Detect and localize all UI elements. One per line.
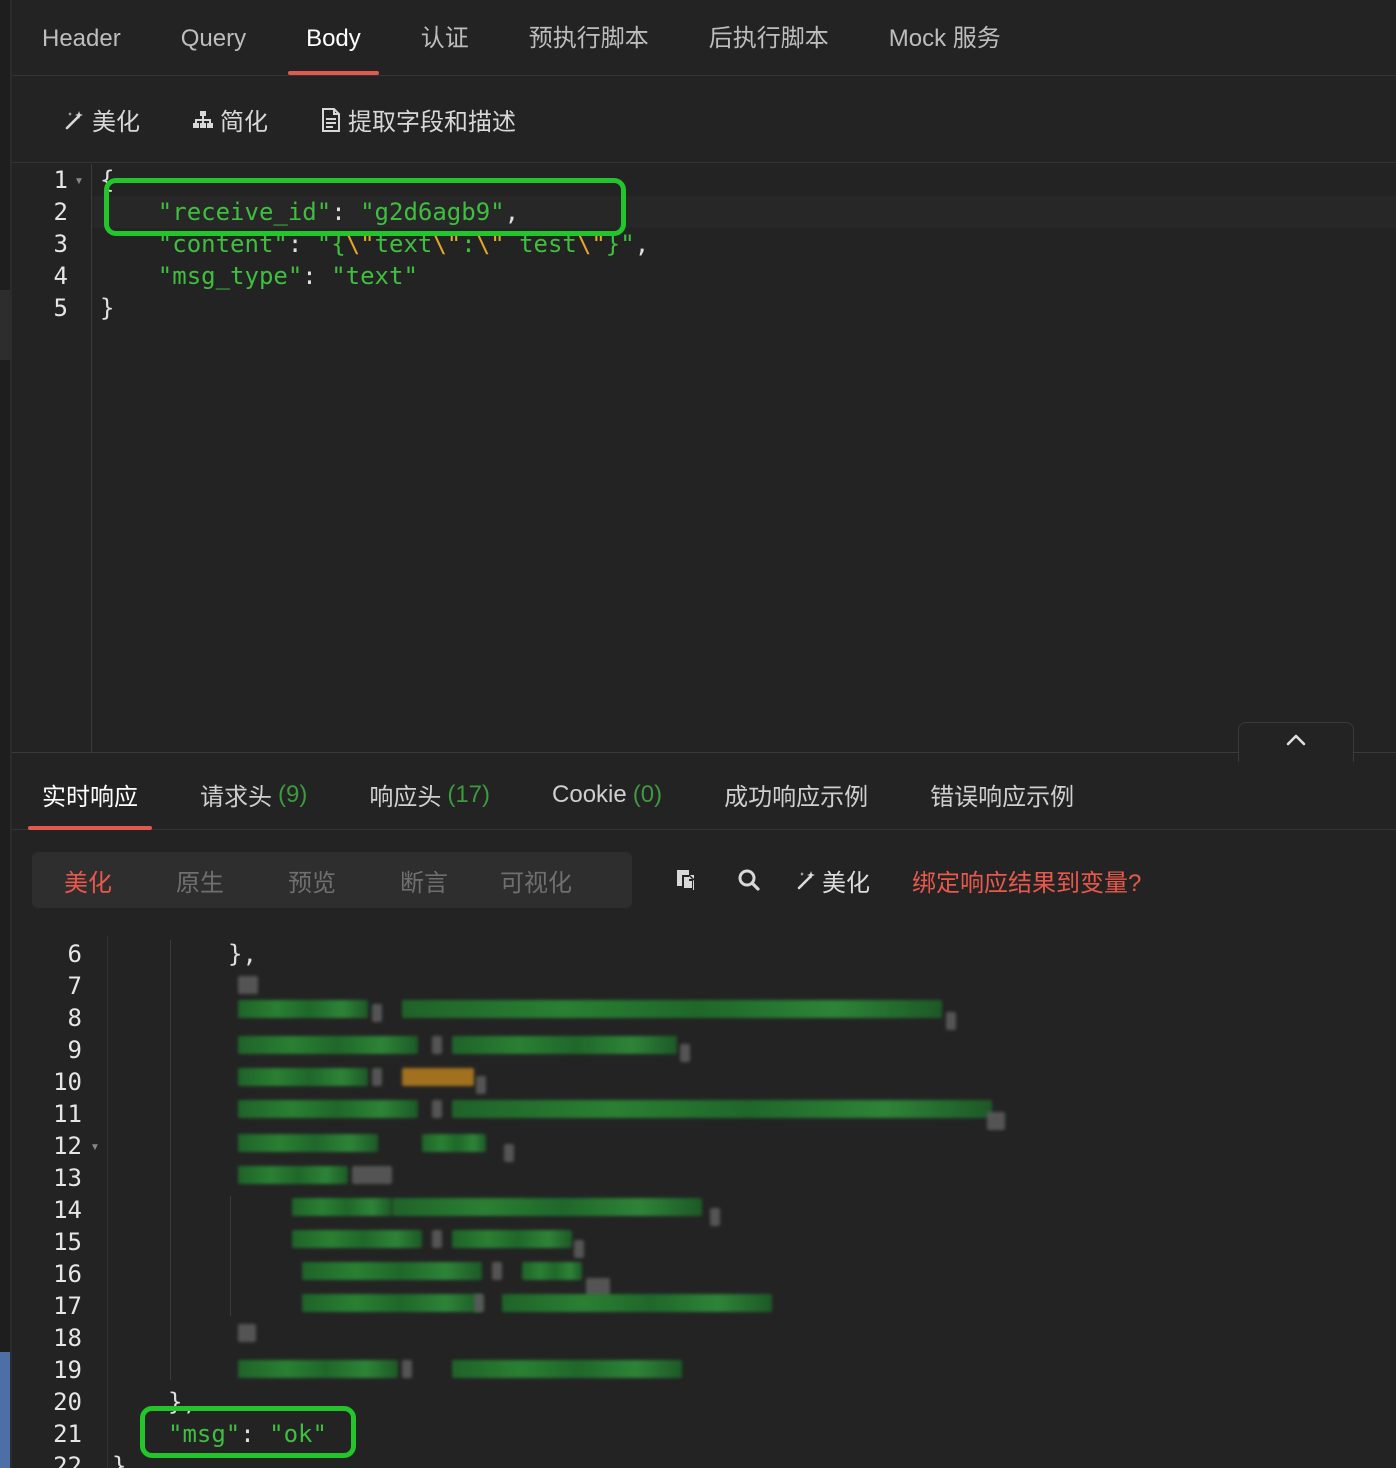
request-tabs: Header Query Body 认证 预执行脚本 后执行脚本 Mock 服务: [12, 0, 1396, 76]
line-number: 10: [53, 1068, 82, 1096]
json-value: "text": [331, 262, 418, 290]
json-comma: ,: [634, 230, 650, 258]
chevron-up-icon: [1285, 733, 1307, 752]
highlight-box: [140, 1406, 356, 1458]
editor-gutter: 1 ▼ 2 3 4 5: [12, 164, 92, 752]
tab-label: 错误响应示例: [930, 784, 1075, 811]
beautify-label: 美化: [92, 109, 140, 136]
response-actions: 美化 绑定响应结果到变量?: [672, 852, 1141, 908]
tab-label: 实时响应: [42, 784, 138, 811]
magic-wand-icon: [62, 107, 88, 133]
line-number: 5: [53, 294, 68, 322]
line-number: 21: [53, 1420, 82, 1448]
mode-raw[interactable]: 原生: [144, 863, 256, 898]
response-view-mode: 美化 原生 预览 断言 可视化: [32, 852, 632, 908]
extract-fields-label: 提取字段和描述: [348, 109, 516, 136]
sitemap-icon: [190, 107, 216, 133]
line-number: 8: [67, 1004, 82, 1032]
response-tabs: 实时响应 请求头 (9) 响应头 (17) Cookie (0) 成功响应示例 错误响…: [12, 760, 1396, 830]
response-beautify-label: 美化: [822, 869, 870, 897]
line-number: 17: [53, 1292, 82, 1320]
tab-live-response[interactable]: 实时响应: [28, 760, 152, 830]
body-editor[interactable]: 1 ▼ 2 3 4 5 { "receive_id": "g2d6agb9", …: [12, 164, 1396, 752]
line-number: 4: [53, 262, 68, 290]
left-panel-strip: [0, 290, 10, 360]
tab-error-example[interactable]: 错误响应示例: [930, 760, 1074, 830]
line-number: 20: [53, 1388, 82, 1416]
beautify-button[interactable]: 美化: [62, 102, 140, 137]
body-toolbar: 美化 简化 提取字段和描述: [12, 77, 1396, 163]
line-number: 7: [67, 972, 82, 1000]
tab-count: (9): [278, 780, 308, 808]
line-number: 6: [67, 940, 82, 968]
viewer-gutter: 6 7 8 9 10 11 12 ▼ 13 14 15 16 17 18 19 …: [12, 936, 108, 1468]
panel-divider[interactable]: [12, 752, 1396, 753]
brace-close: }: [100, 294, 115, 322]
mode-beautify[interactable]: 美化: [32, 863, 144, 898]
simplify-label: 简化: [220, 109, 268, 136]
line-number: 18: [53, 1324, 82, 1352]
search-icon[interactable]: [734, 865, 764, 895]
line-number: 16: [53, 1260, 82, 1288]
collapse-toggle[interactable]: [1238, 722, 1354, 762]
bind-response-link[interactable]: 绑定响应结果到变量?: [912, 863, 1141, 898]
line-number: 13: [53, 1164, 82, 1192]
tab-label: 请求头: [200, 784, 272, 811]
tab-label: Cookie: [552, 780, 627, 808]
mode-visualize[interactable]: 可视化: [480, 863, 592, 898]
indent-guide: [170, 940, 171, 1380]
line-number: 14: [53, 1196, 82, 1224]
line-number: 22: [53, 1452, 82, 1468]
tab-pre-script[interactable]: 预执行脚本: [529, 18, 649, 75]
left-panel-accent: [0, 1352, 10, 1468]
viewer-line-6: },: [228, 940, 257, 968]
tab-count: (17): [447, 780, 491, 808]
line-number: 3: [53, 230, 68, 258]
mode-assert[interactable]: 断言: [368, 863, 480, 898]
request-panel: Header Query Body 认证 预执行脚本 后执行脚本 Mock 服务…: [10, 0, 1396, 1468]
tab-label: 成功响应示例: [724, 784, 869, 811]
tab-success-example[interactable]: 成功响应示例: [724, 760, 868, 830]
line-number: 1: [53, 166, 68, 194]
line-number: 9: [67, 1036, 82, 1064]
line-number: 15: [53, 1228, 82, 1256]
extract-fields-button[interactable]: 提取字段和描述: [318, 102, 516, 137]
response-beautify-button[interactable]: 美化: [796, 863, 870, 898]
json-colon: :: [302, 262, 332, 290]
tab-request-headers[interactable]: 请求头 (9): [200, 760, 307, 830]
code-line-5: }: [100, 294, 114, 322]
magic-wand-icon: [796, 869, 818, 891]
line-number: 12: [53, 1132, 82, 1160]
highlight-box: [104, 178, 626, 236]
tab-auth[interactable]: 认证: [421, 18, 469, 75]
tab-cookie[interactable]: Cookie (0): [552, 760, 662, 830]
tab-count: (0): [632, 780, 663, 808]
line-number: 19: [53, 1356, 82, 1384]
fold-arrow-icon[interactable]: ▼: [90, 1142, 100, 1153]
fold-arrow-icon[interactable]: ▼: [74, 176, 84, 187]
json-key: "msg_type": [157, 262, 303, 290]
tab-query[interactable]: Query: [181, 25, 246, 75]
viewer-line-22: }: [112, 1452, 127, 1468]
line-number: 11: [53, 1100, 82, 1128]
tab-response-headers[interactable]: 响应头 (17): [369, 760, 490, 830]
copy-icon[interactable]: [672, 865, 702, 895]
tab-header[interactable]: Header: [42, 25, 121, 75]
code-line-4: "msg_type": "text": [100, 262, 418, 290]
tab-label: 响应头: [369, 784, 442, 811]
tab-mock-service[interactable]: Mock 服务: [889, 18, 1001, 75]
indent-guide: [230, 1196, 231, 1316]
tab-post-script[interactable]: 后执行脚本: [709, 18, 829, 75]
mode-preview[interactable]: 预览: [256, 863, 368, 898]
simplify-button[interactable]: 简化: [190, 102, 268, 137]
tab-body[interactable]: Body: [288, 25, 379, 75]
response-viewer[interactable]: 6 7 8 9 10 11 12 ▼ 13 14 15 16 17 18 19 …: [12, 936, 1396, 1468]
line-number: 2: [53, 198, 68, 226]
document-icon: [318, 107, 344, 133]
